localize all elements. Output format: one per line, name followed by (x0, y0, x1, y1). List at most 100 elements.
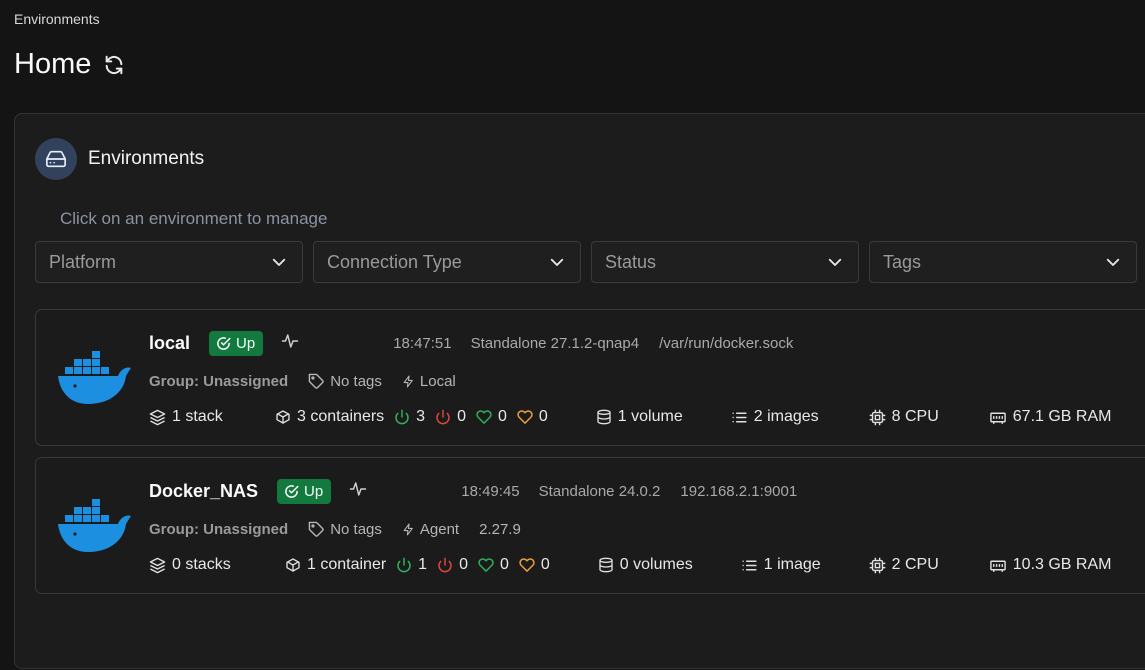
heartbeat-icon (281, 332, 299, 355)
images-count: 2 images (753, 408, 819, 425)
volumes-count: 1 volume (617, 408, 683, 425)
environments-widget: Environments Click on an environment to … (14, 113, 1145, 669)
group-label: Group: Unassigned (149, 520, 289, 538)
cpu-icon (869, 409, 885, 425)
healthy-count: 0 (497, 408, 507, 425)
environment-name: Docker_NAS (149, 480, 259, 501)
zap-icon (403, 523, 413, 535)
stacks-count: 0 stacks (172, 556, 231, 573)
layers-icon (149, 557, 166, 573)
tags-filter[interactable]: Tags (869, 241, 1137, 283)
stacks-stat: 0 stacks (149, 556, 285, 574)
platform-filter[interactable]: Platform (35, 241, 303, 283)
stopped-stat: 0 (435, 408, 466, 426)
status-badge: Up (277, 478, 332, 504)
ram-amount: 67.1 GB RAM (1012, 408, 1112, 425)
running-count: 3 (416, 408, 426, 425)
containers-count: 1 container (307, 556, 387, 573)
chevron-down-icon (550, 258, 564, 266)
last-check-time: 18:47:51 (393, 334, 452, 352)
page-header: Home (14, 48, 127, 81)
engine-version: Standalone 27.1.2-qnap4 (470, 334, 640, 352)
layers-icon (149, 409, 166, 425)
last-check-time: 18:49:45 (461, 482, 520, 500)
running-count: 1 (418, 556, 428, 573)
heart-icon (517, 410, 533, 424)
status-badge-label: Up (304, 482, 324, 500)
platform-filter-placeholder: Platform (49, 251, 117, 272)
database-icon (599, 557, 613, 573)
widget-hint: Click on an environment to manage (60, 209, 328, 228)
breadcrumb: Environments (14, 11, 100, 27)
connection-type-filter[interactable]: Connection Type (313, 241, 581, 283)
environment-name: local (149, 332, 191, 353)
cpu-count: 2 CPU (891, 556, 939, 573)
list-icon (742, 560, 757, 570)
hard-drive-icon (35, 138, 77, 180)
images-stat: 2 images (731, 408, 819, 426)
environment-meta-row: Group: Unassigned No tags Agent 2.27.9 (149, 518, 521, 540)
tag-icon (308, 373, 324, 389)
containers-stat: 1 container (285, 556, 386, 574)
heart-icon (478, 558, 494, 572)
healthy-stat: 0 (476, 408, 507, 426)
environment-url: /var/run/docker.sock (659, 334, 794, 352)
status-filter-placeholder: Status (605, 251, 657, 272)
connection-type-label: Agent (419, 520, 460, 538)
power-icon (438, 557, 452, 573)
connection-info: Agent (402, 521, 459, 538)
unhealthy-stat: 0 (519, 556, 550, 574)
running-stat: 1 (396, 556, 427, 574)
environment-item[interactable]: local Up 18:47:51 Standalone 27.1.2-qnap… (35, 309, 1145, 446)
tags-filter-placeholder: Tags (883, 251, 922, 272)
chevron-down-icon (828, 258, 842, 266)
refresh-button[interactable] (101, 52, 127, 78)
tag-icon (308, 521, 324, 537)
stopped-count: 0 (459, 556, 468, 573)
cpu-stat: 8 CPU (869, 408, 939, 426)
cpu-count: 8 CPU (891, 408, 939, 425)
power-icon (436, 409, 450, 425)
environment-item[interactable]: Docker_NAS Up 18:49:45 Standalone 24.0.2… (35, 457, 1145, 594)
page-title: Home (14, 48, 92, 80)
power-icon (397, 557, 411, 573)
volumes-stat: 1 volume (596, 408, 683, 426)
group-label: Group: Unassigned (149, 372, 289, 390)
tags-label: No tags (330, 372, 382, 390)
database-icon (597, 409, 611, 425)
status-badge: Up (209, 330, 264, 356)
box-icon (286, 558, 300, 572)
tags-label: No tags (330, 520, 382, 538)
filter-bar: Platform Connection Type Status Tags (35, 241, 1137, 283)
unhealthy-count: 0 (540, 556, 550, 573)
images-count: 1 image (763, 556, 821, 573)
cpu-stat: 2 CPU (869, 556, 939, 574)
widget-header: Environments (35, 138, 204, 180)
heartbeat-icon (349, 480, 367, 503)
docker-logo-icon (56, 346, 134, 413)
running-stat: 3 (394, 408, 425, 426)
check-circle-icon (217, 336, 231, 350)
power-icon (395, 409, 409, 425)
connection-type-label: Local (419, 372, 456, 390)
ram-amount: 10.3 GB RAM (1012, 556, 1112, 573)
widget-title: Environments (88, 148, 205, 169)
environment-stats-row: 0 stacks 1 container 1 0 0 0 0 volumes 1… (149, 554, 1145, 576)
status-filter[interactable]: Status (591, 241, 859, 283)
list-icon (732, 412, 747, 422)
environment-stats-row: 1 stack 3 containers 3 0 0 0 1 volume 2 … (149, 406, 1145, 428)
zap-icon (403, 375, 413, 387)
environment-meta-row: Group: Unassigned No tags Local (149, 370, 456, 392)
tags-info: No tags (308, 373, 382, 390)
box-icon (276, 410, 290, 424)
stacks-stat: 1 stack (149, 408, 275, 426)
healthy-count: 0 (499, 556, 509, 573)
connection-info: Local (402, 373, 456, 390)
memory-icon (989, 412, 1006, 424)
cpu-icon (869, 557, 885, 573)
ram-stat: 67.1 GB RAM (989, 408, 1112, 426)
volumes-stat: 0 volumes (598, 556, 693, 574)
images-stat: 1 image (741, 556, 821, 574)
stopped-stat: 0 (437, 556, 468, 574)
engine-version: Standalone 24.0.2 (538, 482, 661, 500)
